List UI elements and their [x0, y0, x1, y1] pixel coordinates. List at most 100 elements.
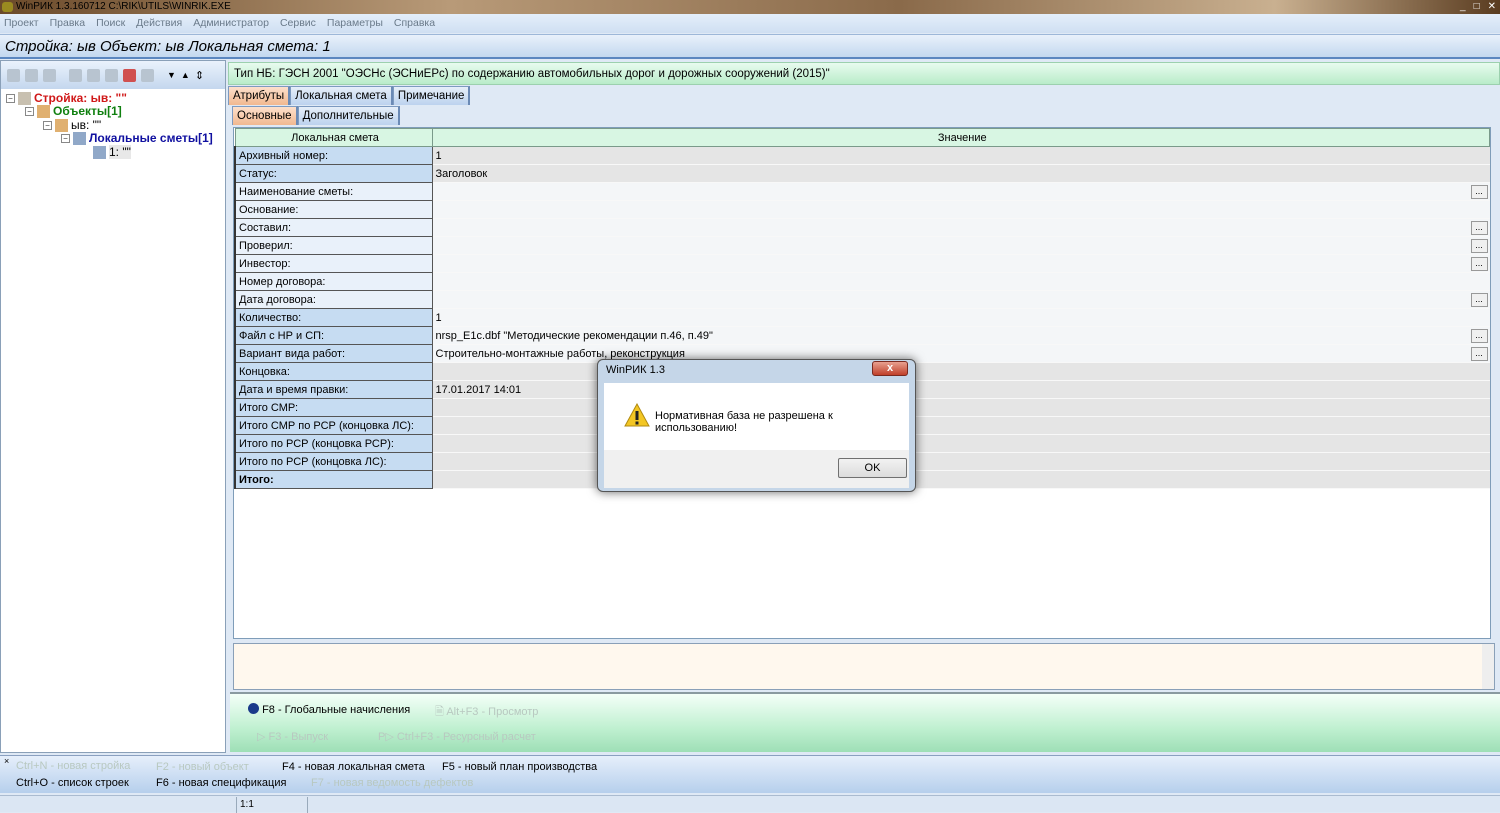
- collapse-icon[interactable]: −: [25, 106, 34, 116]
- global-charges-button[interactable]: F8 - Глобальные начисления: [248, 703, 410, 716]
- house-icon: [55, 118, 68, 132]
- subtab-extra[interactable]: Дополнительные: [297, 106, 400, 125]
- menu-help[interactable]: Справка: [394, 14, 435, 33]
- subtab-main[interactable]: Основные: [232, 106, 298, 125]
- ellipsis-button[interactable]: ...: [1470, 221, 1488, 235]
- row-value[interactable]: ...: [432, 236, 1490, 255]
- release-button[interactable]: ▷ F3 - Выпуск: [257, 730, 328, 743]
- new-estimate-button[interactable]: F4 - новая локальная смета: [282, 761, 425, 773]
- row-value[interactable]: Заголовок: [432, 164, 1490, 183]
- cursor-position: 1:1: [236, 797, 254, 813]
- row-value[interactable]: ...: [432, 218, 1490, 237]
- menu-params[interactable]: Параметры: [327, 14, 383, 33]
- row-label: Составил:: [234, 218, 433, 237]
- norm-base-info: Тип НБ: ГЭСН 2001 "ОЭСНс (ЭСНиЕРс) по со…: [228, 62, 1500, 85]
- collapse-icon[interactable]: −: [6, 93, 15, 103]
- collapse-icon[interactable]: −: [61, 133, 70, 143]
- ellipsis-button[interactable]: ...: [1470, 293, 1488, 307]
- row-value[interactable]: 1: [432, 308, 1490, 327]
- collapse-icon[interactable]: −: [43, 120, 52, 130]
- row-value[interactable]: [432, 470, 1490, 489]
- table-row: Дата договора:...: [234, 290, 1490, 309]
- tree-item-estimate[interactable]: 1: "": [93, 145, 131, 159]
- row-label: Проверил:: [234, 236, 433, 255]
- row-value[interactable]: [432, 362, 1490, 381]
- hand-icon[interactable]: [141, 68, 154, 82]
- row-value[interactable]: [432, 398, 1490, 417]
- new-object-button[interactable]: F2 - новый объект: [156, 761, 249, 773]
- scrollbar[interactable]: [1482, 644, 1494, 689]
- menu-edit[interactable]: Правка: [50, 14, 85, 33]
- row-value[interactable]: [432, 272, 1490, 291]
- row-label: Архивный номер:: [234, 146, 433, 165]
- building-icon[interactable]: [43, 68, 56, 82]
- dialog-close-button[interactable]: x: [872, 361, 908, 376]
- tab-notes[interactable]: Примечание: [392, 86, 471, 105]
- subtabs: Основные Дополнительные: [232, 106, 400, 125]
- row-label: Наименование сметы:: [234, 182, 433, 201]
- row-label: Итого по РСР (концовка ЛС):: [234, 452, 433, 471]
- menu-service[interactable]: Сервис: [280, 14, 316, 33]
- move-up-icon[interactable]: ▲: [181, 70, 190, 80]
- delete-icon[interactable]: [25, 68, 38, 82]
- close-icon[interactable]: ×: [4, 756, 9, 766]
- build-list-button[interactable]: Ctrl+O - список строек: [16, 777, 129, 789]
- message-dialog: WinРИК 1.3 x Нормативная база не разреше…: [597, 359, 916, 492]
- new-build-button[interactable]: Ctrl+N - новая стройка: [16, 760, 130, 772]
- menu-search[interactable]: Поиск: [96, 14, 125, 33]
- document-icon: 🗎: [435, 706, 444, 718]
- view-button[interactable]: 🗎 Alt+F3 - Просмотр: [435, 703, 538, 722]
- value-text: Строительно-монтажные работы, реконструк…: [435, 347, 685, 360]
- ok-button[interactable]: OK: [838, 458, 907, 478]
- table-icon[interactable]: [87, 68, 100, 82]
- row-value[interactable]: [432, 452, 1490, 471]
- new-plan-button[interactable]: F5 - новый план производства: [442, 761, 597, 773]
- table-row: Количество: 1: [234, 308, 1490, 327]
- ellipsis-button[interactable]: ...: [1470, 239, 1488, 253]
- tree-item-object[interactable]: − ыв: "": [43, 118, 101, 132]
- tree-item-objects[interactable]: − Объекты[1]: [25, 104, 122, 118]
- ellipsis-button[interactable]: ...: [1470, 257, 1488, 271]
- row-value[interactable]: nrsp_E1c.dbf "Методические рекомендации …: [432, 326, 1490, 345]
- tab-local-estimate[interactable]: Локальная смета: [290, 86, 393, 105]
- minimize-button[interactable]: _: [1460, 0, 1466, 14]
- context-header: Стройка: ыв Объект: ыв Локальная смета: …: [0, 34, 1500, 59]
- table-row: Статус: Заголовок: [234, 164, 1490, 183]
- row-value[interactable]: 1: [432, 146, 1490, 165]
- row-value[interactable]: [432, 434, 1490, 453]
- row-value[interactable]: ...: [432, 254, 1490, 273]
- menu-actions[interactable]: Действия: [136, 14, 182, 33]
- row-label: Дата договора:: [234, 290, 433, 309]
- row-value[interactable]: ...: [432, 182, 1490, 201]
- move-down-icon[interactable]: ▼: [167, 70, 176, 80]
- row-value[interactable]: [432, 200, 1490, 219]
- home-icon[interactable]: [69, 68, 82, 82]
- quick-actions-bar: × Ctrl+N - новая стройка F2 - новый объе…: [0, 755, 1500, 793]
- row-value[interactable]: Строительно-монтажные работы, реконструк…: [432, 344, 1490, 363]
- menu-project[interactable]: Проект: [4, 14, 39, 33]
- building-icon: [18, 91, 31, 105]
- app-icon: [2, 2, 13, 12]
- tree-item-build[interactable]: − Стройка: ыв: "": [6, 91, 127, 105]
- close-button[interactable]: ✕: [1488, 0, 1496, 14]
- row-label: Номер договора:: [234, 272, 433, 291]
- ellipsis-button[interactable]: ...: [1470, 185, 1488, 199]
- new-spec-button[interactable]: F6 - новая спецификация: [156, 777, 286, 789]
- memo-field[interactable]: [233, 643, 1495, 690]
- new-defects-button[interactable]: F7 - новая ведомость дефектов: [311, 777, 473, 789]
- ellipsis-button[interactable]: ...: [1470, 329, 1488, 343]
- tab-attributes[interactable]: Атрибуты: [228, 86, 291, 105]
- maximize-button[interactable]: □: [1474, 0, 1480, 14]
- row-value[interactable]: [432, 416, 1490, 435]
- tree-item-estimates[interactable]: − Локальные сметы[1]: [61, 131, 213, 145]
- print-icon[interactable]: [123, 68, 136, 82]
- ellipsis-button[interactable]: ...: [1470, 347, 1488, 361]
- row-value[interactable]: ...: [432, 290, 1490, 309]
- row-value[interactable]: 17.01.2017 14:01: [432, 380, 1490, 399]
- row-label: Дата и время правки:: [234, 380, 433, 399]
- open-icon[interactable]: [7, 68, 20, 82]
- menu-admin[interactable]: Администратор: [193, 14, 269, 33]
- edit-icon[interactable]: [105, 68, 118, 82]
- sort-icon[interactable]: ⇕: [195, 69, 204, 82]
- resource-calc-button[interactable]: P▷ Ctrl+F3 - Ресурсный расчет: [378, 730, 536, 743]
